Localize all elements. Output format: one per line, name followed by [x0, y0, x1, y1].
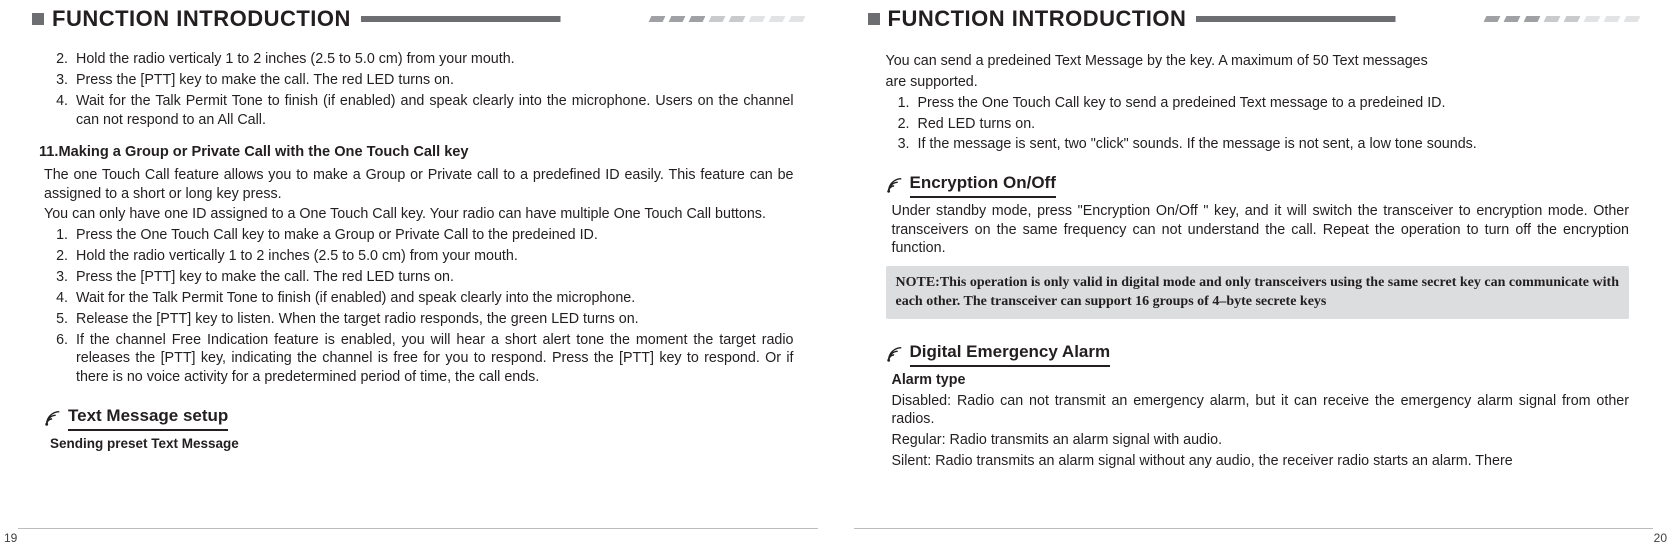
- section-title: 11.Making a Group or Private Call with t…: [39, 143, 794, 162]
- section-subhead: Encryption On/Off: [910, 172, 1056, 197]
- page-spread: FUNCTION INTRODUCTION Hold the radio ver…: [0, 0, 1671, 549]
- signal-icon: [886, 345, 904, 363]
- header-rule: [361, 16, 804, 22]
- page-title: FUNCTION INTRODUCTION: [52, 6, 351, 32]
- section-subsubhead: Sending preset Text Message: [50, 435, 794, 453]
- list-item: If the message is sent, two "click" soun…: [914, 135, 1630, 154]
- paragraph: are supported.: [886, 73, 1630, 92]
- section-subhead: Digital Emergency Alarm: [910, 341, 1111, 366]
- right-page: FUNCTION INTRODUCTION You can send a pre…: [836, 0, 1671, 549]
- paragraph: Under standby mode, press "Encryption On…: [892, 202, 1630, 259]
- list-item: Press the One Touch Call key to send a p…: [914, 94, 1630, 113]
- list-item: Hold the radio vertically 1 to 2 inches …: [72, 247, 794, 266]
- list-item: Press the [PTT] key to make the call. Th…: [72, 268, 794, 287]
- list-item: If the channel Free Indication feature i…: [72, 331, 794, 388]
- paragraph: You can only have one ID assigned to a O…: [44, 205, 794, 224]
- right-body: You can send a predeined Text Message by…: [868, 34, 1640, 471]
- signal-icon: [44, 409, 62, 427]
- section-11: 11.Making a Group or Private Call with t…: [44, 143, 794, 387]
- list-item: Press the One Touch Call key to make a G…: [72, 226, 794, 245]
- header-stripes-icon: [1429, 16, 1639, 22]
- list-item: Wait for the Talk Permit Tone to finish …: [72, 289, 794, 308]
- paragraph: You can send a predeined Text Message by…: [886, 52, 1630, 71]
- list-item: Red LED turns on.: [914, 115, 1630, 134]
- header-stripes-icon: [594, 16, 804, 22]
- list-item: Press the [PTT] key to make the call. Th…: [72, 71, 794, 90]
- list-item: Hold the radio verticaly 1 to 2 inches (…: [72, 50, 794, 69]
- signal-icon: [886, 176, 904, 194]
- page-title: FUNCTION INTRODUCTION: [888, 6, 1187, 32]
- alarm-type-label: Alarm type: [892, 371, 1630, 390]
- list-item: Wait for the Talk Permit Tone to finish …: [72, 92, 794, 130]
- section-encryption: Encryption On/Off: [886, 172, 1630, 197]
- list-item: Release the [PTT] key to listen. When th…: [72, 310, 794, 329]
- left-body: Hold the radio verticaly 1 to 2 inches (…: [32, 34, 804, 452]
- paragraph: Regular: Radio transmits an alarm signal…: [892, 431, 1630, 450]
- paragraph: The one Touch Call feature allows you to…: [44, 166, 794, 204]
- paragraph: Disabled: Radio can not transmit an emer…: [892, 392, 1630, 430]
- section-subhead: Text Message setup: [68, 405, 228, 430]
- page-header: FUNCTION INTRODUCTION: [32, 4, 804, 34]
- page-header: FUNCTION INTRODUCTION: [868, 4, 1640, 34]
- note-block: NOTE:This operation is only valid in dig…: [886, 266, 1630, 319]
- footer-rule: [854, 528, 1654, 529]
- section-alarm: Digital Emergency Alarm: [886, 341, 1630, 366]
- page-number: 20: [1654, 531, 1667, 545]
- header-square-icon: [32, 13, 44, 25]
- paragraph: Silent: Radio transmits an alarm signal …: [892, 452, 1630, 471]
- footer-rule: [18, 528, 818, 529]
- section-text-message: Text Message setup: [44, 405, 794, 430]
- page-number: 19: [4, 531, 17, 545]
- left-page: FUNCTION INTRODUCTION Hold the radio ver…: [0, 0, 836, 549]
- header-rule: [1196, 16, 1639, 22]
- list-a: Hold the radio verticaly 1 to 2 inches (…: [72, 50, 794, 129]
- list-b: Press the One Touch Call key to make a G…: [72, 226, 794, 387]
- header-square-icon: [868, 13, 880, 25]
- list-c: Press the One Touch Call key to send a p…: [914, 94, 1630, 155]
